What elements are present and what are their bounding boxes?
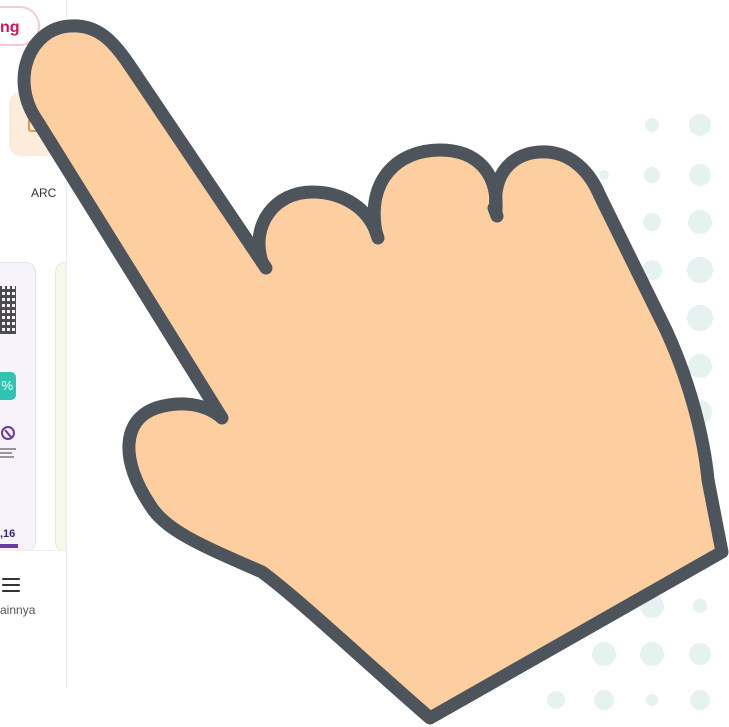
pointing-hand-icon [17,19,729,725]
